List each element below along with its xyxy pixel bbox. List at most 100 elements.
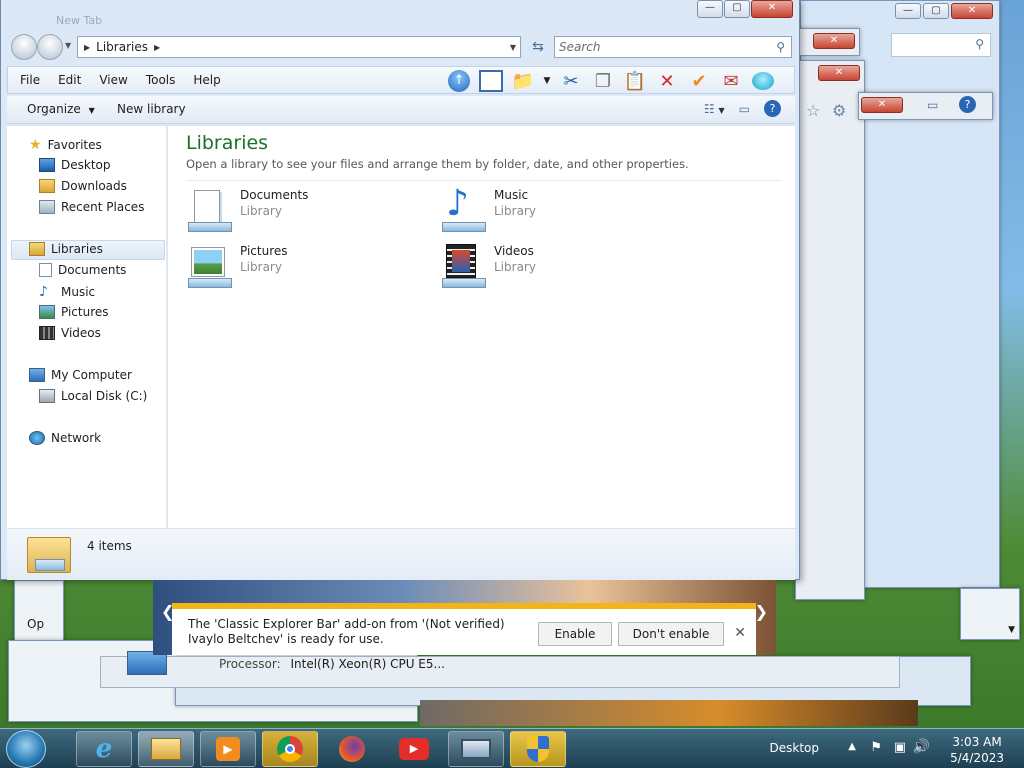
banner-next-icon[interactable]: ❯ (755, 602, 768, 621)
gear-icon[interactable]: ⚙ (832, 101, 846, 120)
library-music[interactable]: ♪ Music Library (440, 184, 536, 234)
organize-button[interactable]: Organize ▼ (27, 102, 95, 116)
taskbar-security[interactable] (510, 731, 566, 767)
network-tray-icon[interactable]: ▣ (894, 740, 906, 755)
volume-icon[interactable]: 🔊 (913, 739, 930, 755)
minimize-button[interactable]: — (895, 3, 921, 19)
nav-favorites[interactable]: ★ Favorites (29, 137, 102, 153)
show-hidden-icons[interactable]: ▲ (848, 741, 856, 752)
close-button[interactable]: ✕ (861, 97, 903, 113)
change-view-icon[interactable]: ☷ ▼ (704, 102, 725, 116)
search-icon[interactable]: ⚲ (776, 37, 785, 57)
nav-downloads[interactable]: Downloads (39, 179, 127, 193)
close-button[interactable]: ✕ (951, 3, 993, 19)
menu-bar: File Edit View Tools Help ↑ 📁 ▼ ✂ ❐ 📋 ✕ … (7, 66, 795, 94)
nav-recent-places[interactable]: Recent Places (39, 200, 144, 214)
taskbar-youtube[interactable]: ▶ (386, 731, 442, 767)
cut-icon[interactable]: ✂ (558, 69, 584, 93)
music-library-icon: ♪ (440, 184, 486, 234)
nav-libraries[interactable]: Libraries (29, 242, 103, 256)
page-subtitle: Open a library to see your files and arr… (186, 157, 689, 171)
taskbar-firefox[interactable] (324, 731, 380, 767)
desktop-toolbar-label[interactable]: Desktop (770, 741, 820, 755)
address-bar[interactable]: ▶ Libraries ▶ ▼ (77, 36, 521, 58)
menu-file[interactable]: File (20, 73, 40, 87)
properties-check-icon[interactable]: ✔ (686, 69, 712, 93)
desktop-icon (39, 158, 55, 172)
close-button[interactable]: ✕ (818, 65, 860, 81)
menu-tools[interactable]: Tools (146, 73, 176, 87)
minimize-button[interactable]: — (697, 0, 723, 18)
new-library-button[interactable]: New library (117, 102, 186, 116)
taskbar-remote-desktop[interactable] (448, 731, 504, 767)
search-input[interactable]: Search ⚲ (554, 36, 792, 58)
close-icon[interactable]: ✕ (734, 625, 746, 641)
clock-time: 3:03 AM (952, 735, 1002, 749)
nav-my-computer[interactable]: My Computer (29, 368, 132, 382)
shell-settings-icon[interactable] (750, 69, 776, 93)
taskbar-explorer[interactable] (138, 731, 194, 767)
processor-label: Processor: (219, 657, 281, 671)
taskbar-chrome[interactable] (262, 731, 318, 767)
nav-pictures[interactable]: Pictures (39, 305, 109, 319)
breadcrumb-root-arrow[interactable]: ▶ (84, 43, 90, 52)
dont-enable-button[interactable]: Don't enable (618, 622, 724, 646)
library-documents[interactable]: Documents Library (186, 188, 308, 234)
breadcrumb-arrow[interactable]: ▶ (154, 43, 160, 52)
start-button[interactable] (6, 730, 46, 768)
nav-network[interactable]: Network (29, 431, 101, 445)
chrome-icon (277, 736, 303, 762)
email-icon[interactable]: ✉ (718, 69, 744, 93)
copy-icon[interactable]: ❐ (590, 69, 616, 93)
nav-local-disk[interactable]: Local Disk (C:) (39, 389, 147, 403)
maximize-button[interactable]: ▢ (923, 3, 949, 19)
nav-music[interactable]: ♪ Music (39, 284, 95, 300)
dropdown-arrow-icon[interactable]: ▼ (542, 69, 552, 93)
nav-label: My Computer (51, 368, 132, 382)
close-button[interactable]: ✕ (751, 0, 793, 18)
help-icon[interactable]: ? (959, 96, 976, 113)
menu-help[interactable]: Help (193, 73, 220, 87)
close-button[interactable]: ✕ (813, 33, 855, 49)
back-button[interactable] (11, 34, 37, 60)
title-bar[interactable]: New Tab — ▢ ✕ (1, 0, 799, 30)
library-type: Library (240, 260, 282, 274)
address-dropdown-icon[interactable]: ▼ (510, 43, 516, 52)
enable-button[interactable]: Enable (538, 622, 612, 646)
folders-pane-icon[interactable] (478, 69, 504, 93)
action-center-icon[interactable]: ⚑ (870, 740, 882, 755)
maximize-button[interactable]: ▢ (724, 0, 750, 18)
star-icon[interactable]: ☆ (806, 101, 820, 120)
refresh-icon[interactable]: ⇆ (527, 36, 549, 58)
library-name: Pictures (240, 244, 288, 258)
preview-pane-icon[interactable]: ▭ (739, 102, 750, 116)
library-pictures[interactable]: Pictures Library (186, 244, 288, 290)
help-icon[interactable]: ? (764, 100, 781, 117)
menu-edit[interactable]: Edit (58, 73, 81, 87)
paste-icon[interactable]: 📋 (622, 69, 648, 93)
search-placeholder: Search (559, 40, 601, 54)
up-folder-icon[interactable]: ↑ (446, 69, 472, 93)
search-icon[interactable]: ⚲ (975, 37, 984, 51)
pane-icon[interactable]: ▭ (927, 98, 938, 112)
computer-icon (29, 368, 45, 382)
recent-pages-dropdown[interactable]: ▼ (65, 41, 71, 50)
breadcrumb-libraries[interactable]: Libraries (96, 40, 148, 54)
nav-documents[interactable]: Documents (39, 263, 126, 277)
scroll-down-icon[interactable]: ▼ (1008, 625, 1015, 635)
nav-videos[interactable]: Videos (39, 326, 101, 340)
pictures-library-icon (186, 244, 232, 290)
nav-label: Network (51, 431, 102, 445)
library-videos[interactable]: Videos Library (440, 244, 536, 290)
folder-options-icon[interactable]: 📁 (510, 69, 536, 93)
library-type: Library (240, 204, 282, 218)
nav-desktop[interactable]: Desktop (39, 158, 111, 172)
menu-items: File Edit View Tools Help (20, 73, 221, 87)
nav-label: Local Disk (C:) (61, 389, 148, 403)
menu-view[interactable]: View (99, 73, 127, 87)
forward-button[interactable] (37, 34, 63, 60)
taskbar-internet-explorer[interactable]: e (76, 731, 132, 767)
taskbar-media-player[interactable]: ▶ (200, 731, 256, 767)
clock[interactable]: 3:03 AM 5/4/2023 (950, 734, 1004, 766)
delete-icon[interactable]: ✕ (654, 69, 680, 93)
